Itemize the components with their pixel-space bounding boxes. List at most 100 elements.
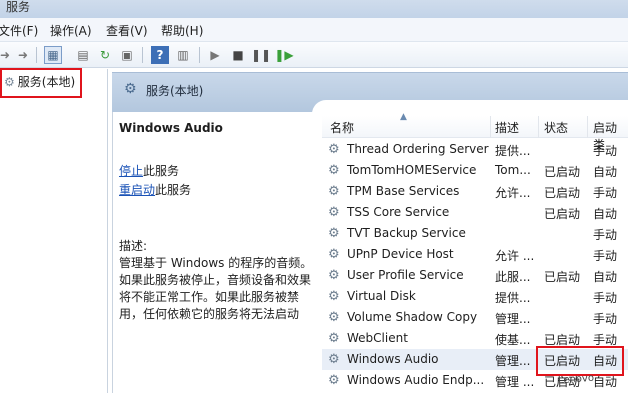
service-gear-icon: ⚙ xyxy=(328,268,340,283)
service-desc: 提供... xyxy=(495,291,531,305)
stop-link[interactable]: 停止 xyxy=(119,164,143,178)
service-name: TomTomHOMEService xyxy=(347,163,477,177)
service-gear-icon: ⚙ xyxy=(328,247,340,262)
service-name: User Profile Service xyxy=(347,268,464,282)
forward-icon[interactable]: ➜ xyxy=(14,46,32,64)
service-startup: 自动 xyxy=(593,207,618,221)
column-name[interactable]: 名称 xyxy=(330,119,354,136)
service-name: TPM Base Services xyxy=(347,184,460,198)
column-separator[interactable] xyxy=(587,116,588,138)
highlight-box-status xyxy=(536,346,624,376)
service-gear-icon: ⚙ xyxy=(328,205,340,220)
service-startup: 手动 xyxy=(593,291,618,305)
service-name: Windows Audio xyxy=(347,352,439,366)
service-gear-icon: ⚙ xyxy=(328,163,340,178)
description-label: 描述: xyxy=(119,239,148,253)
service-status: 已启动 xyxy=(544,207,581,221)
back-icon[interactable]: ➜ xyxy=(0,46,14,64)
service-gear-icon: ⚙ xyxy=(328,226,340,241)
sort-asc-icon: ▲ xyxy=(400,112,407,122)
menu-bar: 文件(F) 操作(A) 查看(V) 帮助(H) xyxy=(0,18,628,42)
window-title: 服务 xyxy=(6,0,31,14)
service-desc: 允许 ... xyxy=(495,249,535,263)
selected-service-name: Windows Audio xyxy=(119,121,223,135)
service-desc: 管理... xyxy=(495,312,531,326)
column-separator[interactable] xyxy=(490,116,491,138)
service-desc: Tom... xyxy=(495,163,531,177)
show-tree-icon[interactable]: ▦ xyxy=(44,46,62,64)
service-startup: 手动 xyxy=(593,228,618,242)
services-gear-icon: ⚙ xyxy=(124,81,137,97)
service-startup: 手动 xyxy=(593,249,618,263)
column-header: 名称 ▲ 描述 状态 启动类 xyxy=(322,112,628,152)
service-name: Volume Shadow Copy xyxy=(347,310,478,324)
service-name: Windows Audio Endp... xyxy=(347,373,485,387)
service-name: WebClient xyxy=(347,331,408,345)
service-row[interactable]: ⚙ User Profile Service 此服... 已启动 自动 xyxy=(322,265,628,286)
service-startup: 手动 xyxy=(593,144,618,158)
service-row[interactable]: ⚙ TPM Base Services 允许... 已启动 手动 xyxy=(322,181,628,202)
export-icon[interactable]: ▣ xyxy=(118,46,136,64)
service-desc: 提供... xyxy=(495,144,531,158)
properties-icon[interactable]: ▤ xyxy=(74,46,92,64)
refresh-icon[interactable]: ↻ xyxy=(96,46,114,64)
service-name: Thread Ordering Server xyxy=(347,142,489,156)
service-gear-icon: ⚙ xyxy=(328,331,340,346)
service-startup: 手动 xyxy=(593,186,618,200)
service-gear-icon: ⚙ xyxy=(328,184,340,199)
stop-icon[interactable]: ■ xyxy=(229,46,247,64)
help-icon[interactable]: ? xyxy=(151,46,169,64)
service-desc: 管理 ... xyxy=(495,375,535,389)
service-row[interactable]: ⚙ TomTomHOMEService Tom... 已启动 自动 xyxy=(322,160,628,181)
column-desc[interactable]: 描述 xyxy=(495,119,519,136)
pause-icon[interactable]: ❚❚ xyxy=(251,46,271,64)
service-desc: 使基... xyxy=(495,333,531,347)
service-status: 已启动 xyxy=(544,165,581,179)
tree-pane: ⚙ 服务(本地) xyxy=(0,69,108,393)
service-gear-icon: ⚙ xyxy=(328,310,340,325)
service-status: 已启动 xyxy=(544,270,581,284)
toolbar-separator xyxy=(142,47,143,63)
column-status[interactable]: 状态 xyxy=(544,119,568,136)
service-startup: 自动 xyxy=(593,270,618,284)
service-gear-icon: ⚙ xyxy=(328,373,340,388)
toolbar-separator xyxy=(36,47,37,63)
service-row[interactable]: ⚙ Volume Shadow Copy 管理... 手动 xyxy=(322,307,628,328)
restart-icon[interactable]: ❚▶ xyxy=(274,46,293,64)
service-gear-icon: ⚙ xyxy=(328,352,340,367)
menu-file[interactable]: 文件(F) xyxy=(0,22,38,39)
description-text: 管理基于 Windows 的程序的音频。如果此服务被停止，音频设备和效果将不能正… xyxy=(119,256,313,321)
service-desc: 此服... xyxy=(495,270,531,284)
header-title: 服务(本地) xyxy=(146,84,204,98)
service-row[interactable]: ⚙ TSS Core Service 已启动 自动 xyxy=(322,202,628,223)
toolbar-separator xyxy=(199,47,200,63)
service-startup: 自动 xyxy=(593,165,618,179)
restart-suffix: 此服务 xyxy=(155,183,192,197)
restart-service-line: 重启动此服务 xyxy=(119,181,191,198)
service-name: TSS Core Service xyxy=(347,205,450,219)
menu-action[interactable]: 操作(A) xyxy=(50,22,92,39)
service-name: TVT Backup Service xyxy=(347,226,466,240)
start-icon[interactable]: ▶ xyxy=(206,46,224,64)
service-desc: 允许... xyxy=(495,186,531,200)
stop-suffix: 此服务 xyxy=(143,164,180,178)
column-separator[interactable] xyxy=(538,116,539,138)
service-gear-icon: ⚙ xyxy=(328,289,340,304)
toolbar: ➜ ➜ ▦ ▤ ↻ ▣ ? ▥ ▶ ■ ❚❚ ❚▶ xyxy=(0,42,628,68)
service-desc: 管理... xyxy=(495,354,531,368)
restart-link[interactable]: 重启动 xyxy=(119,183,155,197)
service-row[interactable]: ⚙ Virtual Disk 提供... 手动 xyxy=(322,286,628,307)
highlight-box-tree xyxy=(0,68,82,98)
service-status: 已启动 xyxy=(544,186,581,200)
service-row[interactable]: ⚙ UPnP Device Host 允许 ... 手动 xyxy=(322,244,628,265)
title-bar: 服务 xyxy=(0,0,628,18)
service-row[interactable]: ⚙ TVT Backup Service 手动 xyxy=(322,223,628,244)
menu-view[interactable]: 查看(V) xyxy=(106,22,148,39)
service-row[interactable]: ⚙ Thread Ordering Server 提供... 手动 xyxy=(322,139,628,160)
menu-help[interactable]: 帮助(H) xyxy=(161,22,203,39)
service-gear-icon: ⚙ xyxy=(328,142,340,157)
service-startup: 手动 xyxy=(593,312,618,326)
service-name: Virtual Disk xyxy=(347,289,416,303)
console-icon[interactable]: ▥ xyxy=(174,46,192,64)
stop-service-line: 停止此服务 xyxy=(119,162,179,179)
